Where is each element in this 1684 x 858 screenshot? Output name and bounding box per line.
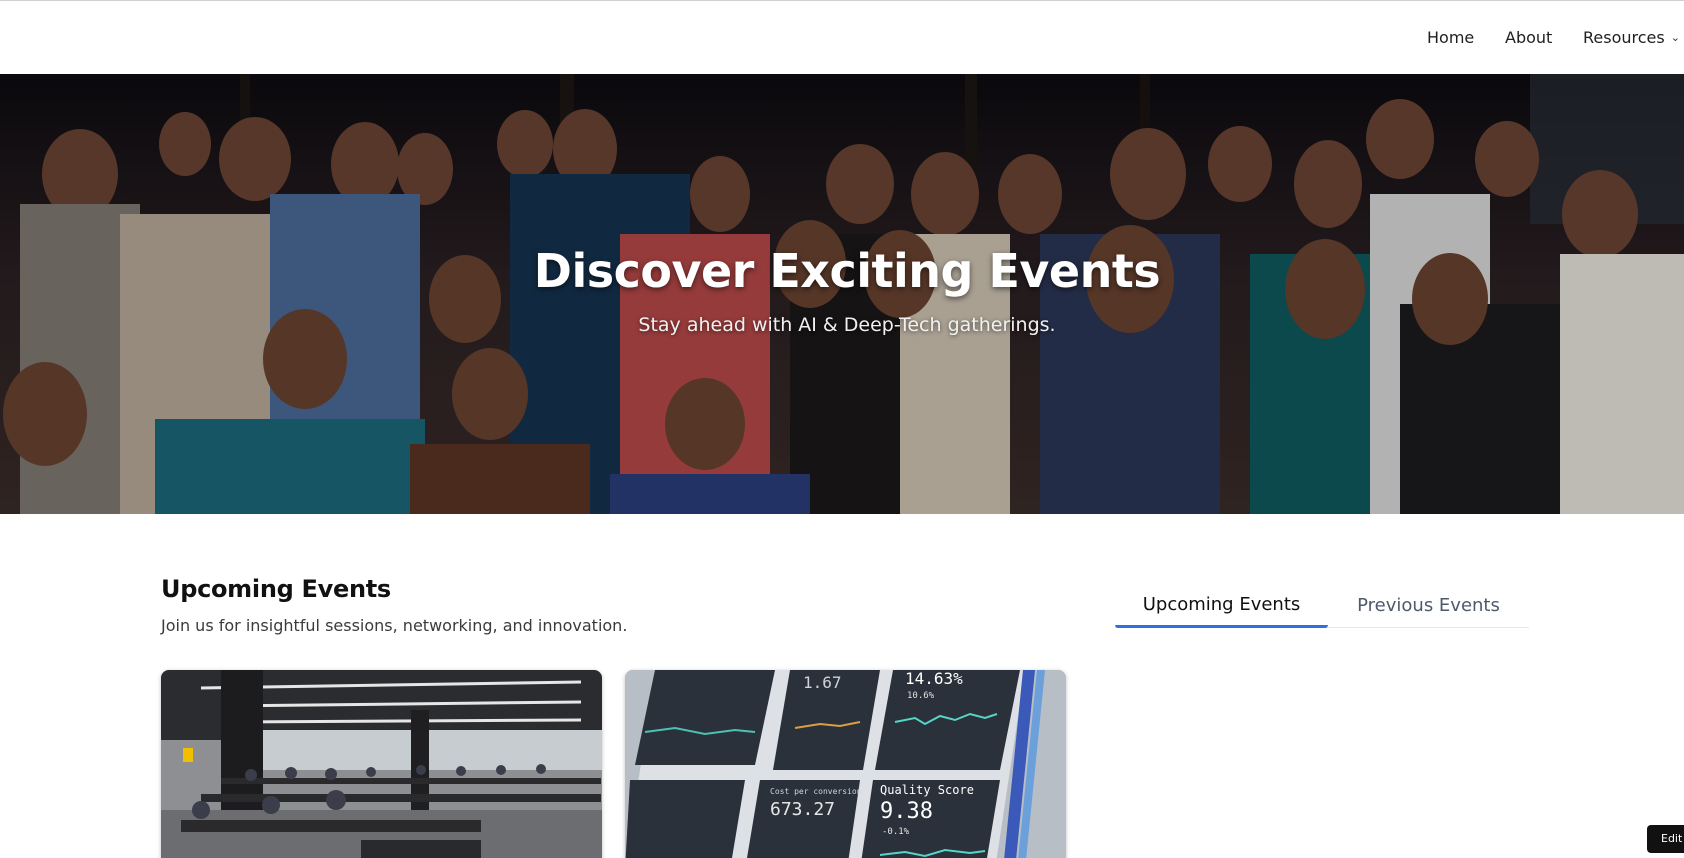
- section-title: Upcoming Events: [161, 575, 391, 603]
- event-card[interactable]: 14.63% 10.6% 1.67 Cost per conversion 67…: [625, 670, 1066, 858]
- tab-upcoming-events[interactable]: Upcoming Events: [1115, 583, 1328, 628]
- tab-previous-events[interactable]: Previous Events: [1328, 583, 1529, 628]
- panel-delta-1: -0.1%: [882, 827, 910, 837]
- chevron-down-icon: ⌄: [1670, 31, 1680, 44]
- nav-home-link[interactable]: Home: [1427, 28, 1474, 47]
- panel-value-3: 14.63%: [905, 670, 963, 688]
- event-card[interactable]: [161, 670, 602, 858]
- edit-button[interactable]: Edit: [1647, 825, 1684, 853]
- panel-label-1: Quality Score: [880, 783, 974, 797]
- panel-label-2: Cost per conversion: [770, 787, 862, 796]
- panel-value-1: 9.38: [880, 799, 933, 824]
- panel-delta-3: 10.6%: [907, 691, 935, 701]
- panel-value-4: 1.67: [803, 673, 842, 692]
- section-description: Join us for insightful sessions, network…: [161, 616, 628, 635]
- nav-resources-label: Resources: [1583, 28, 1665, 47]
- panel-value-2: 673.27: [770, 799, 835, 820]
- event-card-image: [161, 670, 602, 858]
- hero-title: Discover Exciting Events: [533, 244, 1161, 298]
- nav-resources-dropdown[interactable]: Resources ⌄: [1583, 28, 1680, 47]
- hero-subtitle: Stay ahead with AI & Deep-Tech gathering…: [638, 314, 1056, 336]
- hero-banner: Discover Exciting Events Stay ahead with…: [0, 74, 1684, 514]
- navbar: Home About Resources ⌄: [0, 1, 1684, 74]
- event-card-image: 14.63% 10.6% 1.67 Cost per conversion 67…: [625, 670, 1066, 858]
- nav-about-link[interactable]: About: [1505, 28, 1552, 47]
- events-tabs: Upcoming Events Previous Events: [1115, 583, 1529, 628]
